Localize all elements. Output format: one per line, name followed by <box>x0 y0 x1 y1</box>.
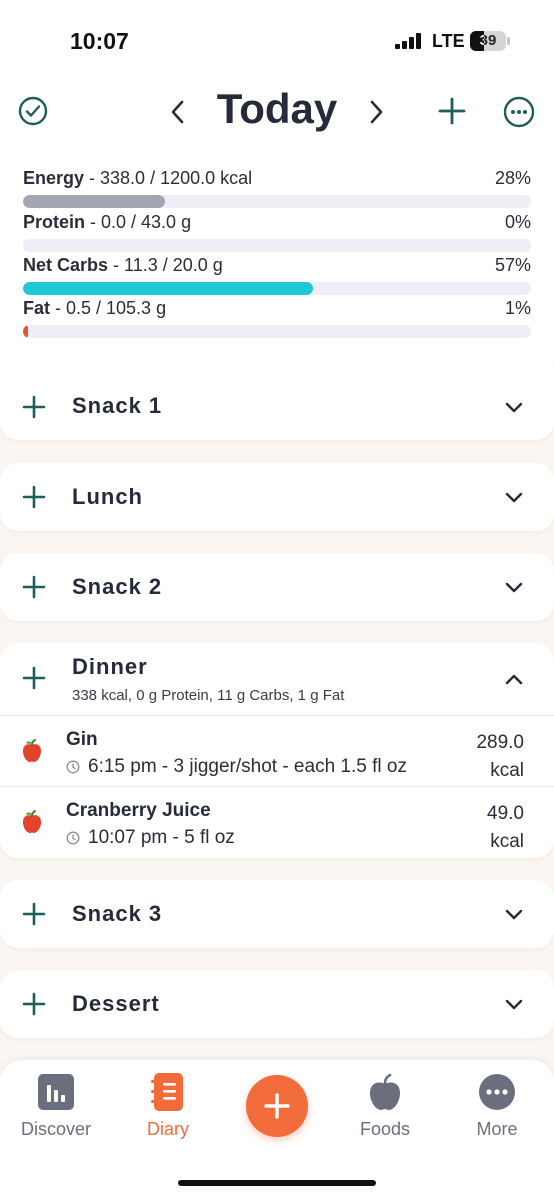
protein-label: Protein <box>23 212 86 232</box>
signal-icon <box>395 33 423 49</box>
meal-card-dessert[interactable]: Dessert <box>0 970 554 1038</box>
food-detail-text: 6:15 pm - 3 jigger/shot - each 1.5 fl oz <box>88 756 407 777</box>
tab-bar: Discover Diary Foods More <box>0 1060 554 1200</box>
fat-percent: 1% <box>504 298 531 318</box>
add-entry-button[interactable] <box>246 1075 308 1137</box>
chevron-right-icon[interactable] <box>363 97 389 127</box>
battery-icon: 39 <box>470 31 506 51</box>
tab-label: Diary <box>146 1119 189 1139</box>
energy-label: Energy <box>23 168 85 188</box>
chevron-up-icon[interactable] <box>504 672 524 686</box>
plus-icon[interactable] <box>22 485 46 509</box>
status-time: 10:07 <box>70 28 129 54</box>
tab-more[interactable]: More <box>447 1073 547 1140</box>
plus-icon[interactable] <box>22 666 46 690</box>
carbs-bar <box>23 282 313 295</box>
plus-icon[interactable] <box>22 575 46 599</box>
protein-track <box>23 239 531 252</box>
protein-percent: 0% <box>504 212 531 232</box>
energy-percent: 28% <box>494 168 531 188</box>
food-detail: 6:15 pm - 3 jigger/shot - each 1.5 fl oz <box>66 756 407 778</box>
energy-detail: - 338.0 / 1200.0 kcal <box>84 168 253 188</box>
meal-card-lunch[interactable]: Lunch <box>0 463 554 531</box>
food-kcal: 49.0 kcal <box>487 800 524 856</box>
food-detail: 10:07 pm - 5 fl oz <box>66 827 235 849</box>
meal-name: Snack 1 <box>72 393 163 418</box>
more-options-icon[interactable] <box>503 96 535 128</box>
chevron-down-icon[interactable] <box>504 491 524 505</box>
energy-bar <box>23 195 166 208</box>
diary-icon <box>149 1073 187 1111</box>
food-kcal-value: 49.0 <box>487 803 524 824</box>
energy-track <box>23 195 531 208</box>
carbs-track <box>23 282 531 295</box>
bar-chart-icon <box>37 1073 75 1111</box>
meal-card-snack2[interactable]: Snack 2 <box>0 553 554 621</box>
meal-card-dinner[interactable]: Dinner 338 kcal, 0 g Protein, 11 g Carbs… <box>0 643 554 858</box>
meal-summary: 338 kcal, 0 g Protein, 11 g Carbs, 1 g F… <box>72 687 345 704</box>
plus-icon[interactable] <box>437 96 467 126</box>
tab-label: Foods <box>359 1119 411 1139</box>
food-kcal-unit: kcal <box>490 760 524 781</box>
food-kcal: 289.0 kcal <box>476 729 524 785</box>
fat-bar <box>23 325 29 338</box>
meal-name: Snack 2 <box>72 574 163 599</box>
carbs-label: Net Carbs <box>23 255 109 275</box>
plus-icon[interactable] <box>22 395 46 419</box>
apple-icon <box>23 739 41 762</box>
tab-diary[interactable]: Diary <box>118 1073 218 1140</box>
food-name: Cranberry Juice <box>66 800 211 821</box>
fat-track <box>23 325 531 338</box>
food-item-cranberry-juice[interactable]: Cranberry Juice 10:07 pm - 5 fl oz 49.0 … <box>0 786 554 856</box>
apple-icon <box>366 1073 404 1111</box>
meal-name: Lunch <box>72 484 143 509</box>
carbs-detail: - 11.3 / 20.0 g <box>108 255 223 275</box>
tab-label: Discover <box>20 1119 91 1139</box>
chevron-down-icon[interactable] <box>504 581 524 595</box>
food-kcal-value: 289.0 <box>476 732 524 753</box>
fat-detail: - 0.5 / 105.3 g <box>50 298 167 318</box>
protein-detail: - 0.0 / 43.0 g <box>85 212 192 232</box>
apple-icon <box>23 810 41 833</box>
clock-icon <box>66 831 80 845</box>
tab-label: More <box>476 1119 518 1139</box>
carbs-progress: Net Carbs - 11.3 / 20.0 g 57% <box>23 255 531 295</box>
food-kcal-unit: kcal <box>490 831 524 852</box>
meal-header-snack1[interactable]: Snack 1 <box>0 390 554 430</box>
tab-foods[interactable]: Foods <box>335 1073 435 1140</box>
plus-icon[interactable] <box>22 902 46 926</box>
summary-card: 10:07 LTE 39 Today Energy - 338.0 / 1200… <box>0 0 554 387</box>
chevron-down-icon[interactable] <box>504 998 524 1012</box>
fat-label: Fat <box>23 298 50 318</box>
meal-name: Snack 3 <box>72 901 163 926</box>
meal-name: Dessert <box>72 991 160 1016</box>
meal-name: Dinner <box>72 654 148 679</box>
food-name: Gin <box>66 729 98 750</box>
check-circle-icon[interactable] <box>18 96 48 126</box>
protein-progress: Protein - 0.0 / 43.0 g 0% <box>23 212 531 252</box>
clock-icon <box>66 760 80 774</box>
energy-progress: Energy - 338.0 / 1200.0 kcal 28% <box>23 168 531 208</box>
more-icon <box>478 1073 516 1111</box>
page-title: Today <box>216 85 338 132</box>
food-item-gin[interactable]: Gin 6:15 pm - 3 jigger/shot - each 1.5 f… <box>0 715 554 785</box>
battery-tip <box>507 37 510 45</box>
food-detail-text: 10:07 pm - 5 fl oz <box>88 827 235 848</box>
meal-card-snack3[interactable]: Snack 3 <box>0 880 554 948</box>
home-indicator[interactable] <box>178 1180 376 1186</box>
status-bar: 10:07 LTE 39 <box>0 0 554 80</box>
chevron-down-icon[interactable] <box>504 908 524 922</box>
chevron-left-icon[interactable] <box>165 97 191 127</box>
plus-icon <box>264 1093 290 1119</box>
battery-level: 39 <box>479 32 497 49</box>
tab-discover[interactable]: Discover <box>6 1073 106 1140</box>
fat-progress: Fat - 0.5 / 105.3 g 1% <box>23 298 531 338</box>
chevron-down-icon[interactable] <box>504 401 524 415</box>
network-label: LTE <box>432 31 465 51</box>
plus-icon[interactable] <box>22 992 46 1016</box>
carbs-percent: 57% <box>494 255 531 275</box>
